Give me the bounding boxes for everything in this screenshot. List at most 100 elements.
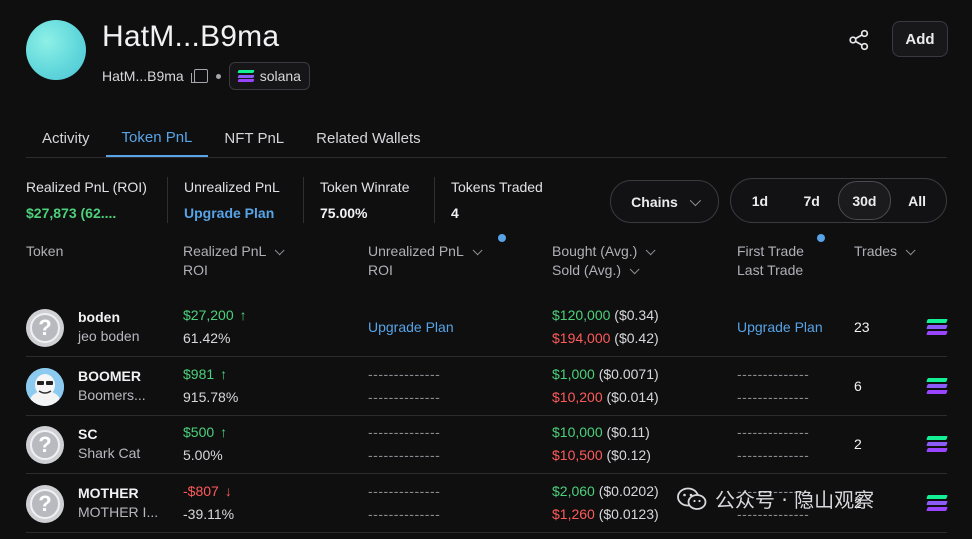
arrow-up-icon: ↑ (220, 366, 228, 382)
range-7d-button[interactable]: 7d (786, 182, 838, 219)
col-bought-label: Bought (Avg.) (552, 243, 638, 259)
time-range-selector: 1d 7d 30d All (730, 178, 947, 223)
sold-avg: ($0.014) (606, 389, 659, 405)
question-mark-icon: ? (30, 313, 60, 343)
sold-avg: ($0.42) (614, 330, 659, 346)
unrealized-placeholder: -------------- (368, 424, 441, 440)
col-unrealized-pnl-label: Unrealized PnL (368, 243, 464, 259)
wallet-avatar (26, 20, 86, 80)
unrealized-upgrade-link[interactable]: Upgrade Plan (368, 319, 454, 335)
realized-pnl-value: $27,873 (62.... (26, 205, 117, 221)
col-realized-pnl-label: Realized PnL (183, 243, 267, 259)
first-trade-placeholder: -------------- (737, 366, 810, 382)
col-unrealized-pnl-header[interactable]: Unrealized PnL ROI (368, 242, 483, 280)
roi-value: -39.11% (183, 506, 235, 522)
chain-icon-cell (926, 495, 948, 511)
unrealized-pnl-label: Unrealized PnL (184, 179, 280, 195)
token-name: MOTHER (78, 485, 139, 501)
chevron-down-icon (472, 245, 483, 256)
token-fullname: MOTHER I... (78, 504, 159, 520)
bought-avg: ($0.0202) (598, 483, 659, 499)
roi-value: 5.00% (183, 447, 223, 463)
chain-icon-cell (926, 378, 948, 394)
realized-pnl-value: -$807 (183, 483, 219, 499)
wechat-icon (677, 487, 707, 510)
realized-pnl: -$807 ↓ (183, 483, 232, 499)
col-trade-dates-header: First Trade Last Trade (737, 242, 804, 280)
copy-icon[interactable] (190, 69, 208, 83)
upgrade-indicator-dot (498, 234, 506, 242)
token-name: boden (78, 309, 120, 325)
wallet-address: HatM...B9ma (102, 68, 184, 84)
range-all-button[interactable]: All (891, 182, 943, 219)
sold-value: $194,000 (552, 330, 611, 346)
realized-pnl-label: Realized PnL (ROI) (26, 179, 147, 195)
tab-token-pnl[interactable]: Token PnL (105, 120, 209, 157)
token-name: SC (78, 426, 98, 442)
col-sold-label: Sold (Avg.) (552, 262, 621, 278)
token-fullname: Shark Cat (78, 445, 141, 461)
watermark: 公众号 · 隐山观察 (677, 484, 874, 513)
sold-value: $1,260 (552, 506, 595, 522)
summary-divider (303, 177, 304, 223)
realized-pnl: $500 ↑ (183, 424, 227, 440)
bought-avg: ($0.0071) (598, 366, 659, 382)
chains-dropdown[interactable]: Chains (610, 180, 719, 223)
roi-value: 61.42% (183, 330, 231, 346)
tab-related-wallets[interactable]: Related Wallets (300, 120, 437, 157)
chevron-down-icon (689, 194, 701, 206)
tab-nft-pnl[interactable]: NFT PnL (208, 120, 300, 157)
chain-badge[interactable]: solana (228, 62, 310, 90)
sold-value: $10,500 (552, 447, 603, 463)
sold-cell: $1,260 ($0.0123) (552, 506, 659, 522)
share-button[interactable] (843, 24, 875, 56)
col-last-trade-label: Last Trade (737, 262, 804, 278)
col-realized-pnl-header[interactable]: Realized PnL ROI (183, 242, 285, 280)
token-name: BOOMER (78, 368, 141, 384)
unrealized-placeholder: -------------- (368, 483, 441, 499)
sold-value: $10,200 (552, 389, 603, 405)
bought-value: $120,000 (552, 307, 611, 323)
realized-pnl-value: $500 (183, 424, 215, 440)
unrealized-roi-placeholder: -------------- (368, 389, 441, 405)
table-row[interactable]: ? SC Shark Cat $500 ↑ 5.00% -------------… (26, 415, 948, 474)
add-button[interactable]: Add (892, 21, 948, 57)
sold-avg: ($0.12) (606, 447, 651, 463)
tab-activity[interactable]: Activity (26, 120, 106, 157)
col-trades-label: Trades (854, 243, 898, 259)
col-bought-sold-header[interactable]: Bought (Avg.) Sold (Avg.) (552, 242, 656, 280)
range-1d-button[interactable]: 1d (734, 182, 786, 219)
col-token-header: Token (26, 243, 64, 259)
unrealized-upgrade-link[interactable]: Upgrade Plan (184, 205, 274, 221)
table-row[interactable]: BOOMER Boomers... $981 ↑ 915.78% --------… (26, 357, 948, 416)
separator-dot (215, 73, 221, 79)
unrealized-roi-placeholder: -------------- (368, 506, 441, 522)
bought-value: $1,000 (552, 366, 595, 382)
arrow-up-icon: ↑ (220, 424, 228, 440)
table-row[interactable]: ? boden jeo boden $27,200 ↑ 61.42% Upgrad… (26, 298, 948, 357)
sold-cell: $10,500 ($0.12) (552, 447, 651, 463)
last-trade-placeholder: -------------- (737, 447, 810, 463)
realized-pnl-value: $981 (183, 366, 215, 382)
trades-count: 2 (854, 436, 862, 452)
realized-pnl: $27,200 ↑ (183, 307, 247, 323)
token-winrate-label: Token Winrate (320, 179, 410, 195)
col-trades-header[interactable]: Trades (854, 242, 916, 261)
arrow-down-icon: ↓ (224, 483, 232, 499)
range-30d-button[interactable]: 30d (837, 181, 892, 220)
first-trade-upgrade-link[interactable]: Upgrade Plan (737, 319, 823, 335)
roi-value: 915.78% (183, 389, 239, 405)
chevron-down-icon (905, 245, 916, 256)
last-trade-placeholder: -------------- (737, 389, 810, 405)
chain-label: solana (259, 68, 301, 84)
realized-pnl: $981 ↑ (183, 366, 227, 382)
bought-value: $10,000 (552, 424, 603, 440)
trades-count: 6 (854, 378, 862, 394)
token-winrate-value: 75.00% (320, 205, 368, 221)
tokens-traded-label: Tokens Traded (451, 179, 543, 195)
unrealized-placeholder: -------------- (368, 366, 441, 382)
col-roi-label: ROI (183, 262, 208, 278)
realized-pnl-value: $27,200 (183, 307, 234, 323)
chains-label: Chains (631, 193, 678, 210)
bought-cell: $1,000 ($0.0071) (552, 366, 659, 382)
